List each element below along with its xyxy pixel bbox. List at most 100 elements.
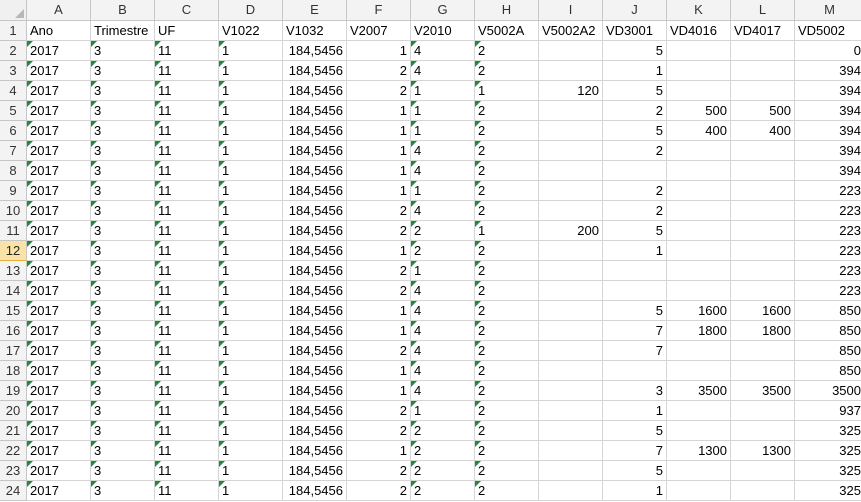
table-cell[interactable] [539, 181, 603, 201]
table-cell[interactable]: 2 [603, 141, 667, 161]
table-cell[interactable]: 3500 [795, 381, 861, 401]
table-cell[interactable]: 2017 [27, 281, 91, 301]
table-cell[interactable]: 2 [475, 401, 539, 421]
table-cell[interactable]: 184,5456 [283, 61, 347, 81]
table-cell[interactable]: 1 [219, 381, 283, 401]
table-cell[interactable]: 184,5456 [283, 121, 347, 141]
table-cell[interactable]: 184,5456 [283, 381, 347, 401]
table-cell[interactable]: 5 [603, 301, 667, 321]
table-cell[interactable]: 500 [731, 101, 795, 121]
table-cell[interactable]: 0 [795, 41, 861, 61]
table-cell[interactable]: 11 [155, 441, 219, 461]
table-cell[interactable] [731, 481, 795, 501]
table-cell[interactable]: 1 [347, 381, 411, 401]
table-cell[interactable]: 5 [603, 221, 667, 241]
table-cell[interactable]: 4 [411, 381, 475, 401]
table-cell[interactable]: 1 [219, 41, 283, 61]
table-cell[interactable]: 4 [411, 161, 475, 181]
table-cell[interactable] [603, 161, 667, 181]
table-cell[interactable]: 2017 [27, 401, 91, 421]
row-header-12[interactable]: 12 [0, 241, 27, 261]
table-cell[interactable]: 1 [219, 341, 283, 361]
table-cell[interactable]: 1 [219, 461, 283, 481]
table-cell[interactable] [731, 241, 795, 261]
table-cell[interactable]: 3 [91, 441, 155, 461]
table-cell[interactable]: 1600 [731, 301, 795, 321]
table-cell[interactable]: 184,5456 [283, 241, 347, 261]
header-cell[interactable]: Trimestre [91, 21, 155, 41]
table-cell[interactable]: 1 [411, 81, 475, 101]
header-cell[interactable]: V5002A2 [539, 21, 603, 41]
table-cell[interactable]: 850 [795, 301, 861, 321]
table-cell[interactable] [731, 41, 795, 61]
table-cell[interactable]: 184,5456 [283, 181, 347, 201]
table-cell[interactable] [731, 141, 795, 161]
table-cell[interactable]: 11 [155, 141, 219, 161]
table-cell[interactable]: 1 [347, 101, 411, 121]
table-cell[interactable]: 1 [219, 401, 283, 421]
table-cell[interactable]: 325 [795, 461, 861, 481]
table-cell[interactable] [539, 381, 603, 401]
table-cell[interactable]: 1 [219, 241, 283, 261]
table-cell[interactable]: 11 [155, 121, 219, 141]
table-cell[interactable] [667, 161, 731, 181]
table-cell[interactable] [539, 241, 603, 261]
table-cell[interactable]: 400 [667, 121, 731, 141]
table-cell[interactable] [603, 261, 667, 281]
row-header-18[interactable]: 18 [0, 361, 27, 381]
table-cell[interactable]: 2 [603, 181, 667, 201]
table-cell[interactable]: 1 [219, 281, 283, 301]
table-cell[interactable]: 2017 [27, 361, 91, 381]
table-cell[interactable] [731, 181, 795, 201]
table-cell[interactable]: 3 [91, 261, 155, 281]
table-cell[interactable]: 2 [475, 121, 539, 141]
table-cell[interactable]: 184,5456 [283, 141, 347, 161]
table-cell[interactable] [603, 361, 667, 381]
table-cell[interactable]: 2017 [27, 161, 91, 181]
table-cell[interactable]: 1 [347, 321, 411, 341]
table-cell[interactable]: 2 [603, 201, 667, 221]
table-cell[interactable]: 223 [795, 241, 861, 261]
table-cell[interactable]: 1 [219, 421, 283, 441]
table-cell[interactable] [667, 241, 731, 261]
row-header-13[interactable]: 13 [0, 261, 27, 281]
table-cell[interactable] [731, 81, 795, 101]
table-cell[interactable] [731, 161, 795, 181]
spreadsheet-grid[interactable]: A B C D E F G H I J K L M 1 Ano Trimestre UF V1022 V1032 V2… [0, 0, 861, 502]
table-cell[interactable]: 1 [219, 101, 283, 121]
table-cell[interactable]: 1 [219, 81, 283, 101]
table-cell[interactable]: 184,5456 [283, 41, 347, 61]
table-cell[interactable] [731, 201, 795, 221]
table-cell[interactable] [539, 61, 603, 81]
table-cell[interactable]: 184,5456 [283, 461, 347, 481]
table-cell[interactable]: 1 [411, 261, 475, 281]
column-header-i[interactable]: I [539, 0, 603, 21]
table-cell[interactable]: 1 [219, 441, 283, 461]
table-cell[interactable]: 11 [155, 461, 219, 481]
table-cell[interactable] [731, 261, 795, 281]
table-cell[interactable]: 2 [475, 141, 539, 161]
table-cell[interactable]: 3 [91, 421, 155, 441]
table-cell[interactable]: 2017 [27, 241, 91, 261]
table-cell[interactable]: 11 [155, 361, 219, 381]
table-cell[interactable]: 2 [411, 461, 475, 481]
row-header-21[interactable]: 21 [0, 421, 27, 441]
table-cell[interactable] [539, 301, 603, 321]
table-cell[interactable] [539, 401, 603, 421]
table-cell[interactable]: 500 [667, 101, 731, 121]
header-cell[interactable]: VD4017 [731, 21, 795, 41]
column-header-e[interactable]: E [283, 0, 347, 21]
table-cell[interactable]: 2 [475, 161, 539, 181]
header-cell[interactable]: Ano [27, 21, 91, 41]
table-cell[interactable]: 394 [795, 81, 861, 101]
table-cell[interactable]: 1 [475, 81, 539, 101]
table-cell[interactable]: 184,5456 [283, 101, 347, 121]
table-cell[interactable]: 2017 [27, 141, 91, 161]
row-header-8[interactable]: 8 [0, 161, 27, 181]
table-cell[interactable]: 7 [603, 341, 667, 361]
table-cell[interactable]: 11 [155, 181, 219, 201]
table-cell[interactable]: 1 [347, 301, 411, 321]
table-cell[interactable]: 2017 [27, 221, 91, 241]
table-cell[interactable] [667, 481, 731, 501]
table-cell[interactable]: 1 [411, 401, 475, 421]
